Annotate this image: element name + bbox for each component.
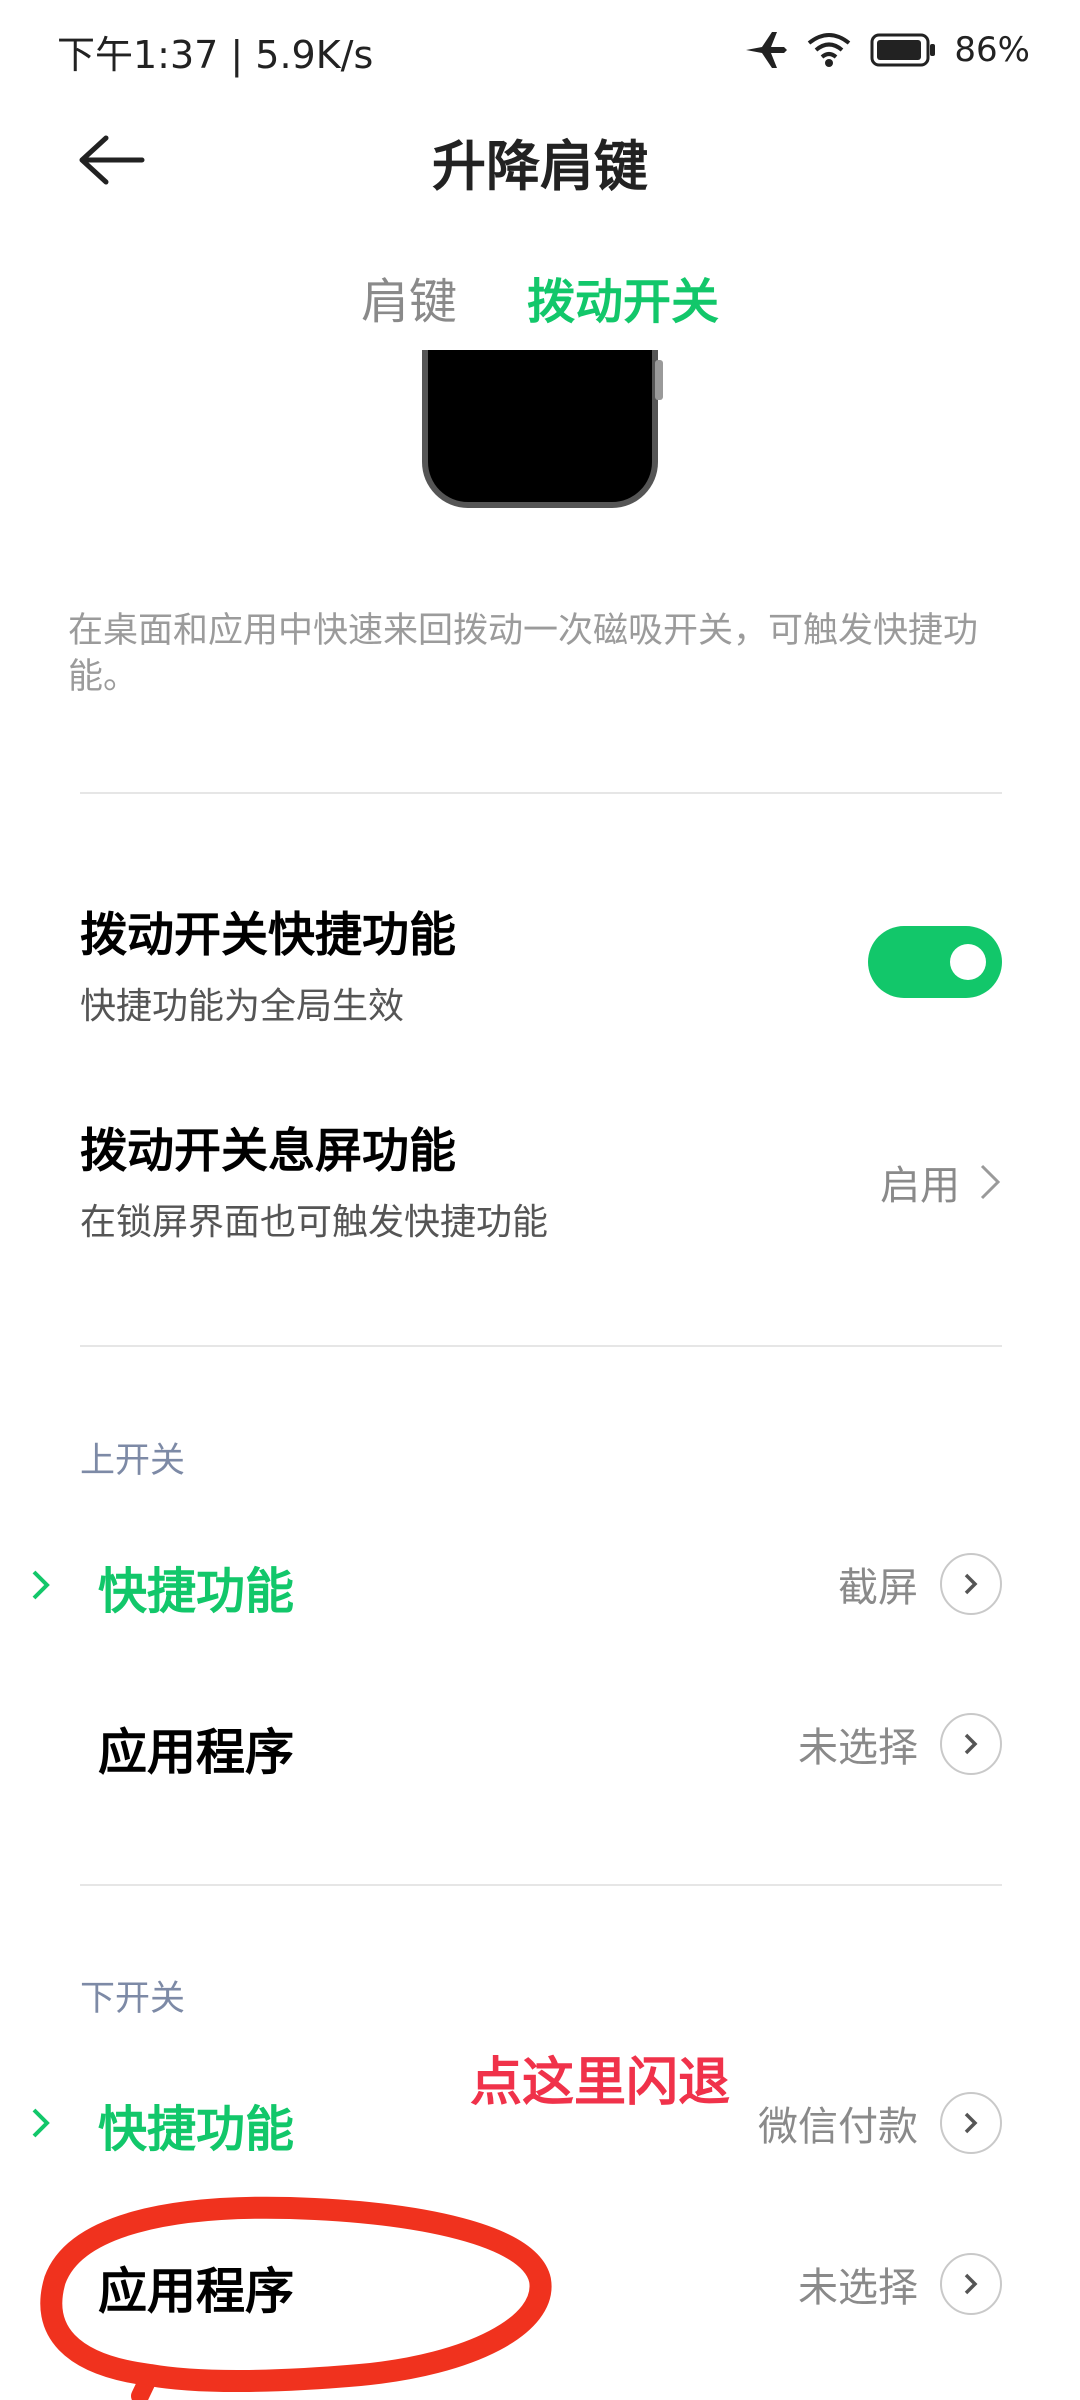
upper-app-value: 未选择 bbox=[798, 1725, 918, 1771]
screen-off-setting-subtitle: 在锁屏界面也可触发快捷功能 bbox=[80, 1202, 549, 1243]
shortcut-toggle-switch[interactable] bbox=[868, 926, 1002, 998]
battery-icon bbox=[870, 32, 936, 68]
shortcut-setting-subtitle: 快捷功能为全局生效 bbox=[80, 986, 405, 1027]
chevron-right-icon bbox=[964, 2273, 978, 2295]
page-title: 升降肩键 bbox=[432, 135, 648, 198]
tab-shoulder-keys[interactable]: 肩键 bbox=[361, 262, 457, 332]
chevron-right-icon bbox=[980, 1164, 1001, 1200]
upper-shortcut-value-group[interactable]: 截屏 bbox=[838, 1553, 1002, 1615]
chevron-right-icon bbox=[32, 1570, 50, 1600]
battery-percentage: 86% bbox=[954, 30, 1030, 70]
phone-illustration bbox=[422, 350, 658, 508]
feature-description: 在桌面和应用中快速来回拨动一次磁吸开关，可触发快捷功能。 bbox=[68, 611, 979, 697]
toggle-knob bbox=[950, 944, 986, 980]
annotation-text: 点这里闪退 bbox=[470, 2053, 731, 2113]
chevron-right-icon bbox=[964, 1733, 978, 1755]
chevron-right-icon bbox=[964, 2112, 978, 2134]
upper-app-arrow-button[interactable] bbox=[940, 1713, 1002, 1775]
divider bbox=[80, 1345, 1002, 1347]
chevron-right-icon bbox=[964, 1573, 978, 1595]
divider bbox=[80, 1884, 1002, 1886]
screen-off-setting-row[interactable]: 拨动开关息屏功能 在锁屏界面也可触发快捷功能 bbox=[80, 1112, 548, 1245]
shortcut-setting-row[interactable]: 拨动开关快捷功能 快捷功能为全局生效 bbox=[80, 896, 456, 1029]
annotation-circle bbox=[40, 2196, 552, 2400]
upper-shortcut-value: 截屏 bbox=[838, 1565, 918, 1611]
lower-switch-section-label: 下开关 bbox=[80, 1979, 186, 2019]
lower-shortcut-value: 微信付款 bbox=[758, 2104, 918, 2150]
phone-side-button-illustration bbox=[655, 360, 663, 400]
chevron-right-icon bbox=[32, 2108, 50, 2138]
tab-toggle-switch[interactable]: 拨动开关 bbox=[527, 262, 719, 332]
status-icons: 86% bbox=[744, 22, 1030, 78]
lower-app-value-group[interactable]: 未选择 bbox=[798, 2253, 1002, 2315]
tab-bar: 肩键 拨动开关 bbox=[0, 262, 1080, 332]
upper-switch-section-label: 上开关 bbox=[80, 1441, 186, 1481]
screen-off-value-group[interactable]: 启用 bbox=[880, 1153, 1002, 1211]
status-time: 下午1:37 | 5.9K/s bbox=[57, 33, 374, 77]
lower-shortcut-value-group[interactable]: 微信付款 bbox=[758, 2092, 1002, 2154]
upper-app-value-group[interactable]: 未选择 bbox=[798, 1713, 1002, 1775]
upper-app-label[interactable]: 应用程序 bbox=[98, 1713, 294, 1784]
wifi-icon bbox=[806, 31, 852, 69]
upper-shortcut-label[interactable]: 快捷功能 bbox=[98, 1552, 294, 1623]
divider bbox=[80, 792, 1002, 794]
shortcut-setting-title: 拨动开关快捷功能 bbox=[80, 908, 456, 963]
lower-shortcut-arrow-button[interactable] bbox=[940, 2092, 1002, 2154]
screen-off-setting-title: 拨动开关息屏功能 bbox=[80, 1124, 456, 1179]
upper-shortcut-arrow-button[interactable] bbox=[940, 1553, 1002, 1615]
lower-app-arrow-button[interactable] bbox=[940, 2253, 1002, 2315]
lower-app-value: 未选择 bbox=[798, 2265, 918, 2311]
screen-off-value: 启用 bbox=[880, 1163, 960, 1209]
airplane-icon bbox=[744, 30, 788, 70]
